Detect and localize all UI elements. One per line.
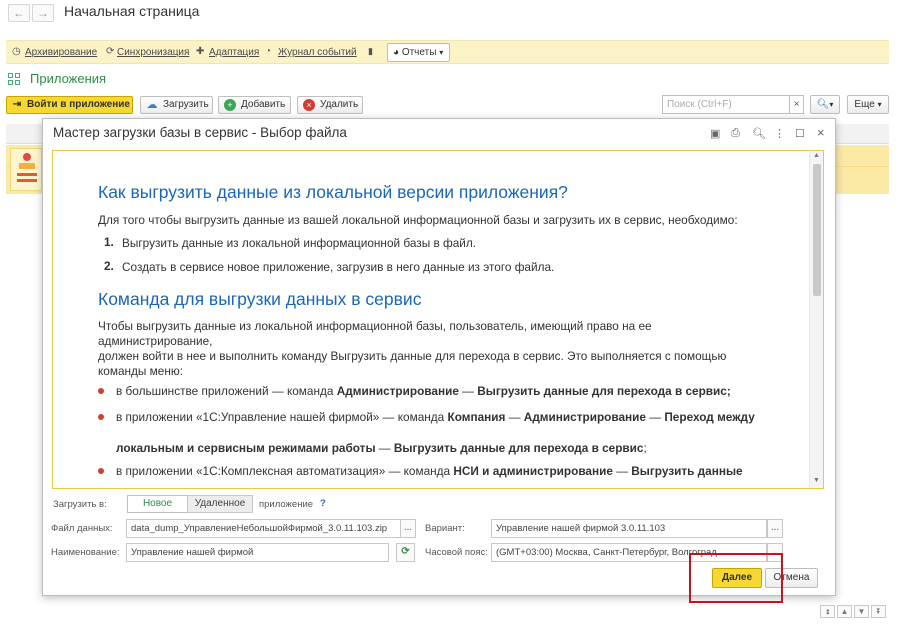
- scroll-up-icon[interactable]: ▲: [813, 152, 820, 159]
- vertical-scrollbar[interactable]: ▲ ▼: [809, 151, 823, 488]
- bullet-item: в большинстве приложений — команда Админ…: [116, 384, 731, 398]
- sync-icon: ⟳: [106, 46, 115, 57]
- chevron-down-icon: ▾: [829, 100, 834, 109]
- wizard-dialog: Мастер загрузки базы в сервис - Выбор фа…: [42, 118, 836, 596]
- enter-app-button[interactable]: ⇥ Войти в приложение: [6, 96, 133, 114]
- file-select-button[interactable]: ...: [400, 519, 416, 538]
- upload-button[interactable]: ☁ Загрузить: [140, 96, 213, 114]
- paragraph-line: должен войти в нее и выполнить команду В…: [98, 349, 727, 363]
- prev-page-icon[interactable]: ▲: [837, 605, 852, 618]
- command-bar: ◷ Архивирование ⟳ Синхронизация ✚ Адапта…: [6, 40, 889, 64]
- variant-label: Вариант:: [425, 523, 465, 534]
- timezone-label: Часовой пояс:: [425, 547, 488, 558]
- search-input[interactable]: Поиск (Ctrl+F): [662, 95, 790, 114]
- heading-export-command: Команда для выгрузки данных в сервис: [98, 289, 422, 309]
- instructions-content: Как выгрузить данные из локальной версии…: [53, 151, 808, 488]
- chevron-down-icon: ▾: [877, 100, 882, 109]
- highlight-frame: [689, 553, 783, 603]
- section-title: Приложения: [30, 71, 107, 86]
- dialog-title: Мастер загрузки базы в сервис - Выбор фа…: [53, 125, 347, 140]
- help-icon[interactable]: ?: [320, 498, 326, 509]
- segment-new[interactable]: Новое: [127, 495, 188, 513]
- upload-icon: ☁: [146, 99, 158, 111]
- close-icon[interactable]: ×: [817, 125, 825, 140]
- forward-button[interactable]: →: [32, 4, 54, 22]
- more-icon[interactable]: ⋮: [774, 127, 785, 140]
- load-to-label: Загрузить в:: [53, 499, 107, 510]
- variant-select-button[interactable]: ...: [767, 519, 783, 538]
- app-label: приложение: [259, 499, 314, 510]
- file-field[interactable]: data_dump_УправлениеНебольшойФирмой_3.0.…: [126, 519, 401, 538]
- paragraph-line: Чтобы выгрузить данные из локальной инфо…: [98, 319, 652, 333]
- step-text: Создать в сервисе новое приложение, загр…: [122, 260, 555, 274]
- search-icon: 🔍︎: [816, 99, 830, 110]
- file-label: Файл данных:: [51, 523, 113, 534]
- journal-link[interactable]: Журнал событий: [278, 47, 357, 58]
- archive-link[interactable]: Архивирование: [25, 47, 97, 58]
- sync-link[interactable]: Синхронизация: [117, 47, 189, 58]
- puzzle-icon: ✚: [196, 46, 205, 57]
- chevron-down-icon: ▾: [439, 48, 444, 57]
- adapt-link[interactable]: Адаптация: [209, 47, 259, 58]
- step-text: Выгрузить данные из локальной информацио…: [122, 236, 477, 250]
- preview-icon[interactable]: 🔍︎: [752, 127, 766, 140]
- search-button[interactable]: 🔍︎▾: [810, 95, 840, 114]
- scroll-thumb[interactable]: [813, 164, 821, 296]
- bullet-icon: [98, 414, 104, 420]
- paragraph-line: администрирование,: [98, 334, 213, 348]
- apps-grid-icon: [8, 73, 21, 86]
- add-icon: +: [224, 99, 236, 111]
- delete-icon: ×: [303, 99, 315, 111]
- chart-icon: ▮: [368, 46, 373, 56]
- app-thumbnail: [10, 148, 42, 191]
- reports-dropdown[interactable]: ◕ Отчеты ▾: [387, 43, 451, 62]
- name-field[interactable]: Управление нашей фирмой: [126, 543, 389, 562]
- last-page-icon[interactable]: ⏬︎: [871, 605, 886, 618]
- bullet-item: в приложении «1С:Управление нашей фирмой…: [116, 410, 755, 424]
- variant-field[interactable]: Управление нашей фирмой 3.0.11.103: [491, 519, 767, 538]
- maximize-icon[interactable]: ☐: [795, 127, 805, 140]
- segment-existing[interactable]: Удаленное: [187, 495, 253, 513]
- intro-text: Для того чтобы выгрузить данные из вашей…: [98, 213, 738, 227]
- paragraph-line: команды меню:: [98, 364, 183, 378]
- heading-how-to-export: Как выгрузить данные из локальной версии…: [98, 182, 568, 202]
- delete-button[interactable]: × Удалить: [297, 96, 363, 114]
- clock-icon: ◷: [12, 46, 21, 57]
- print-icon[interactable]: ⎙: [731, 127, 740, 140]
- step-number: 2.: [104, 259, 114, 273]
- next-page-icon[interactable]: ▼: [854, 605, 869, 618]
- save-icon[interactable]: ▣: [710, 127, 720, 140]
- scroll-down-icon[interactable]: ▼: [813, 477, 820, 484]
- more-button[interactable]: Еще ▾: [847, 95, 889, 114]
- step-number: 1.: [104, 235, 114, 249]
- refresh-icon: ⟳: [401, 546, 410, 557]
- refresh-button[interactable]: ⟳: [396, 543, 415, 562]
- bullet-item: в приложении «1С:Комплексная автоматизац…: [116, 464, 743, 478]
- first-page-icon[interactable]: ⏫︎: [820, 605, 835, 618]
- enter-icon: ⇥: [12, 99, 22, 110]
- bullet-item-continued: локальным и сервисным режимами работы — …: [116, 441, 647, 455]
- bullet-icon: [98, 468, 104, 474]
- history-icon: ◔: [265, 46, 272, 57]
- name-label: Наименование:: [51, 547, 120, 558]
- reports-icon: ◕: [393, 47, 400, 58]
- add-button[interactable]: + Добавить: [218, 96, 291, 114]
- page-title: Начальная страница: [64, 3, 200, 19]
- search-clear-button[interactable]: ×: [789, 95, 804, 114]
- back-button[interactable]: ←: [8, 4, 30, 22]
- bullet-icon: [98, 388, 104, 394]
- instructions-frame: Как выгрузить данные из локальной версии…: [52, 150, 824, 489]
